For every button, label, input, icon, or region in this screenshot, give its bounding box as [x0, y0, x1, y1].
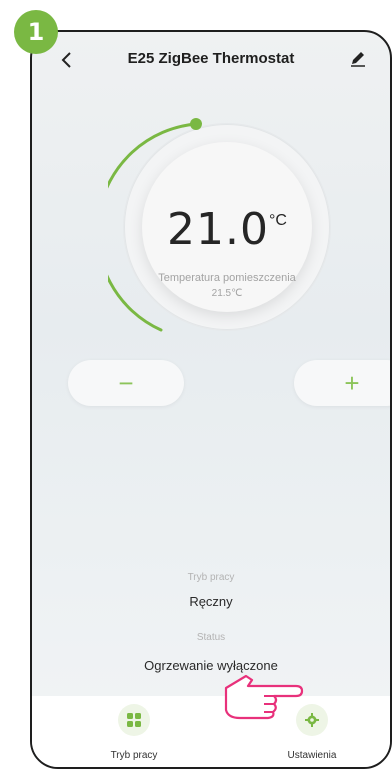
- grid-icon: [118, 704, 150, 736]
- minus-icon: −: [118, 367, 134, 398]
- status-label: Status: [196, 632, 226, 643]
- tab-work-mode-label: Tryb pracy: [110, 750, 158, 761]
- status-value: Ogrzewanie wyłączone: [144, 658, 278, 673]
- setpoint-value: 21.0: [167, 204, 269, 255]
- plus-icon: +: [344, 367, 360, 398]
- decrease-button[interactable]: −: [68, 360, 184, 406]
- setpoint-unit: °C: [269, 212, 287, 229]
- mode-value: Ręczny: [189, 594, 233, 609]
- phone-screen: E25 ZigBee Thermostat 21.0°C Temperatura…: [30, 30, 392, 769]
- arc-handle[interactable]: [190, 118, 202, 130]
- step-badge: 1: [14, 10, 58, 54]
- setpoint-display: 21.0°C: [108, 204, 346, 255]
- header: E25 ZigBee Thermostat: [32, 32, 390, 88]
- tab-work-mode[interactable]: Tryb pracy: [74, 704, 194, 761]
- pointing-hand-icon: [224, 674, 304, 720]
- temperature-dial[interactable]: 21.0°C Temperatura pomieszczenia 21.5℃: [108, 108, 346, 346]
- room-temperature-label: Temperatura pomieszczenia: [158, 272, 296, 284]
- room-temperature-value: 21.5℃: [211, 288, 243, 299]
- bottom-tab-bar: Tryb pracy Ustawienia: [32, 696, 390, 767]
- edit-pencil-icon[interactable]: [348, 48, 368, 68]
- increase-button[interactable]: +: [294, 360, 390, 406]
- mode-label: Tryb pracy: [187, 572, 235, 583]
- tab-settings-label: Ustawienia: [287, 750, 337, 761]
- page-title: E25 ZigBee Thermostat: [127, 50, 295, 67]
